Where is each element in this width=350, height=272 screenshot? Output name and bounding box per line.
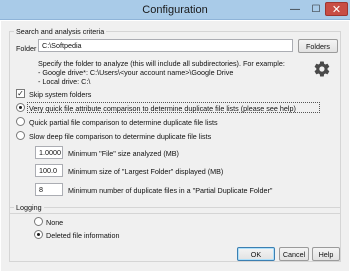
minimize-button[interactable]: — (282, 2, 308, 16)
logging-deleted-info-label: Deleted file information (46, 231, 120, 240)
quick-partial-comparison-radio[interactable] (16, 117, 25, 126)
min-duplicates-label: Minimum number of duplicate files in a "… (68, 186, 273, 195)
logging-none-radio[interactable] (34, 217, 43, 226)
quick-partial-comparison-label: Quick partial file comparison to determi… (29, 118, 218, 127)
help-button[interactable]: Help (312, 247, 340, 261)
min-largest-folder-label: Minimum size of "Largest Folder" display… (68, 167, 224, 176)
slow-deep-comparison-label: Slow deep file comparison to determine d… (29, 132, 212, 141)
ok-button[interactable]: OK (237, 247, 275, 261)
maximize-button[interactable]: ☐ (306, 2, 326, 16)
dialog-body: Search and analysis criteria Folder C:\S… (1, 21, 349, 271)
help-line-1: Specify the folder to analyze (this will… (38, 59, 285, 68)
search-criteria-group: Search and analysis criteria Folder C:\S… (9, 27, 341, 214)
min-duplicates-input[interactable]: 8 (35, 183, 63, 196)
folder-label: Folder (16, 44, 37, 53)
title-bar: Configuration — ☐ ✕ (0, 0, 350, 20)
skip-system-folders-checkbox[interactable]: ✓ (16, 89, 25, 98)
close-button[interactable]: ✕ (325, 2, 348, 16)
folder-input[interactable]: C:\Softpedia (38, 39, 293, 52)
help-line-2: - Google drive*: C:\Users\<your account … (38, 68, 234, 77)
help-line-3: - Local drive: C:\ (38, 77, 91, 86)
logging-none-label: None (46, 218, 64, 227)
skip-system-folders-label: Skip system folders (29, 90, 92, 99)
logging-deleted-info-radio[interactable] (34, 230, 43, 239)
very-quick-comparison-radio[interactable] (16, 103, 25, 112)
logging-title: Logging (14, 203, 44, 212)
gear-icon[interactable] (313, 60, 331, 78)
min-file-size-input[interactable]: 1.0000 (35, 146, 63, 159)
slow-deep-comparison-radio[interactable] (16, 131, 25, 140)
very-quick-comparison-label: Very quick file attribute comparison to … (29, 104, 296, 113)
min-file-size-label: Minimum "File" size analyzed (MB) (68, 149, 179, 158)
min-largest-folder-input[interactable]: 100.0 (35, 164, 63, 177)
search-criteria-title: Search and analysis criteria (14, 27, 107, 36)
folders-button[interactable]: Folders (298, 39, 338, 53)
cancel-button[interactable]: Cancel (279, 247, 309, 261)
